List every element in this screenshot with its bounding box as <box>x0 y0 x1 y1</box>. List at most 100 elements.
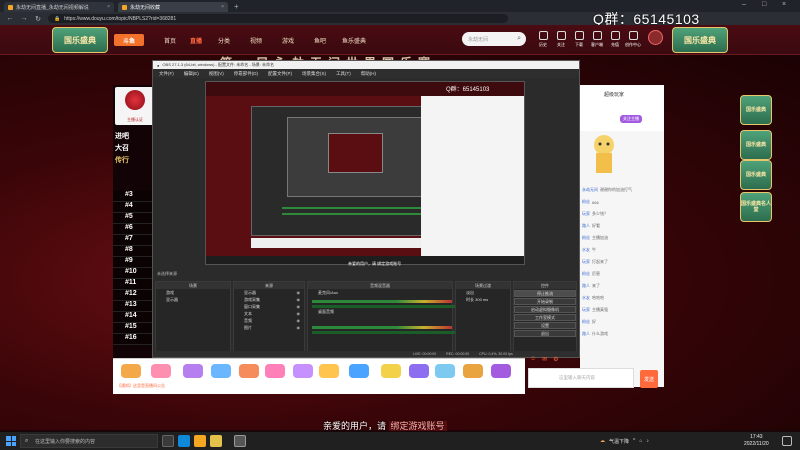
follow-button[interactable]: 关注 <box>552 31 570 48</box>
eye-icon[interactable]: ◉ <box>297 318 301 323</box>
maximize-icon[interactable]: □ <box>762 1 766 8</box>
gift-icon[interactable]: ✉ <box>542 356 547 366</box>
settings-icon[interactable]: ⚙ <box>553 356 558 366</box>
rank-item[interactable]: #5 <box>113 213 157 224</box>
nav-live[interactable]: 直播 <box>190 36 202 45</box>
new-tab-button[interactable]: + <box>234 2 239 11</box>
event-badge-left[interactable]: 国乐盛典 <box>52 27 108 53</box>
eye-icon[interactable]: ◉ <box>297 311 301 316</box>
virtual-camera-button[interactable]: 启动虚拟摄像机 <box>514 306 576 313</box>
rank-item[interactable]: #15 <box>113 323 157 334</box>
chat-username[interactable]: 粉丝 <box>582 319 590 325</box>
gift-item[interactable] <box>151 364 171 378</box>
menu-edit[interactable]: 编辑(E) <box>184 71 199 77</box>
app-icon[interactable] <box>194 435 206 447</box>
gift-item[interactable] <box>293 364 313 378</box>
chat-username[interactable]: 玩家 <box>582 211 590 217</box>
forward-icon[interactable]: → <box>20 15 28 22</box>
search-icon[interactable]: ⌕ <box>517 35 521 43</box>
anchor-card[interactable]: 主播认证 <box>115 87 155 125</box>
nav-home[interactable]: 首页 <box>164 36 176 45</box>
file-explorer-icon[interactable] <box>210 435 222 447</box>
chat-username[interactable]: 路人 <box>582 283 590 289</box>
scene-item[interactable]: 游戏 <box>156 289 230 296</box>
menu-scene-collection[interactable]: 场景集合(S) <box>302 71 326 77</box>
duration-input[interactable]: 300 ms <box>475 297 488 302</box>
rank-item[interactable]: #8 <box>113 246 157 257</box>
chat-username[interactable]: 路人 <box>582 223 590 229</box>
source-item[interactable]: 窗口采集 ◉ <box>234 303 304 310</box>
side-badge[interactable]: 国乐盛典名人堂 <box>740 192 772 222</box>
download-button[interactable]: 下载 <box>570 31 588 48</box>
chat-username[interactable]: 粉丝 <box>582 235 590 241</box>
chat-username[interactable]: 永劫无间 <box>582 187 598 193</box>
eye-icon[interactable]: ◉ <box>297 297 301 302</box>
taskbar-search[interactable]: ⌕ 在这里输入你要搜索的内容 <box>20 434 158 448</box>
chat-username[interactable]: 水友 <box>582 247 590 253</box>
gift-item[interactable] <box>409 364 429 378</box>
event-badge-right[interactable]: 国乐盛典 <box>672 27 728 53</box>
chat-username[interactable]: 粉丝 <box>582 199 590 205</box>
side-badge[interactable]: 国乐盛典 <box>740 95 772 125</box>
gift-item[interactable] <box>211 364 231 378</box>
rank-item[interactable]: #6 <box>113 224 157 235</box>
rank-item[interactable]: #16 <box>113 334 157 345</box>
scene-item[interactable]: 显示器 <box>156 296 230 303</box>
menu-profile[interactable]: 配置文件(P) <box>268 71 292 77</box>
network-icon[interactable]: ⌂ <box>639 438 642 444</box>
client-button[interactable]: 客户端 <box>588 31 606 48</box>
eye-icon[interactable]: ◉ <box>297 325 301 330</box>
nav-game[interactable]: 游戏 <box>282 36 294 45</box>
eye-icon[interactable]: ◉ <box>297 304 301 309</box>
chat-username[interactable]: 粉丝 <box>582 271 590 277</box>
gift-item[interactable] <box>349 364 369 378</box>
stop-streaming-button[interactable]: 停止推流 <box>514 290 576 297</box>
start-recording-button[interactable]: 开始录制 <box>514 298 576 305</box>
rank-item[interactable]: #3 <box>113 191 157 202</box>
douyu-logo[interactable]: 斗鱼 <box>114 34 144 46</box>
chat-username[interactable]: 玩家 <box>582 307 590 313</box>
taskbar-clock[interactable]: 17:43 2022/11/20 <box>744 434 769 448</box>
gift-item[interactable] <box>319 364 339 378</box>
recharge-button[interactable]: 充值 <box>606 31 624 48</box>
back-icon[interactable]: ← <box>6 15 14 22</box>
rank-item[interactable]: #14 <box>113 312 157 323</box>
studio-mode-button[interactable]: 工作室模式 <box>514 314 576 321</box>
gift-item[interactable] <box>463 364 483 378</box>
source-item[interactable]: 游戏采集 ◉ <box>234 296 304 303</box>
gift-item[interactable] <box>239 364 259 378</box>
gift-item[interactable] <box>121 364 141 378</box>
task-view-icon[interactable] <box>162 435 174 447</box>
gift-item[interactable] <box>265 364 285 378</box>
rank-item[interactable]: #7 <box>113 235 157 246</box>
rank-item[interactable]: #13 <box>113 301 157 312</box>
source-item[interactable]: 文本 ◉ <box>234 310 304 317</box>
gift-item[interactable] <box>183 364 203 378</box>
notification-icon[interactable] <box>782 436 792 446</box>
side-badge[interactable]: 国乐盛典 <box>740 160 772 190</box>
follow-anchor-button[interactable]: 关注主播 <box>620 115 642 123</box>
settings-button[interactable]: 设置 <box>514 322 576 329</box>
transition-select[interactable]: 淡出 <box>456 289 510 296</box>
rank-item[interactable]: #11 <box>113 279 157 290</box>
rank-item[interactable]: #12 <box>113 290 157 301</box>
exit-button[interactable]: 退出 <box>514 330 576 337</box>
side-badge[interactable]: 国乐盛典 <box>740 130 772 160</box>
volume-slider[interactable] <box>312 331 462 334</box>
minimize-icon[interactable]: – <box>742 1 746 8</box>
menu-view[interactable]: 视图(V) <box>209 71 224 77</box>
close-icon[interactable]: × <box>107 4 110 10</box>
gift-item[interactable] <box>381 364 401 378</box>
gift-item[interactable] <box>435 364 455 378</box>
emoji-icon[interactable]: ☺ <box>530 356 536 366</box>
menu-help[interactable]: 帮助(H) <box>361 71 376 77</box>
avatar[interactable] <box>648 30 663 45</box>
rank-item[interactable]: #4 <box>113 202 157 213</box>
source-item[interactable]: 音频 ◉ <box>234 317 304 324</box>
chat-username[interactable]: 路人 <box>582 331 590 337</box>
browser-tab[interactable]: 永劫无间直播_永劫无间视频解说 × <box>4 2 114 12</box>
nav-category[interactable]: 分类 <box>218 36 230 45</box>
menu-docks[interactable]: 停靠部件(D) <box>234 71 258 77</box>
nav-festival[interactable]: 鱼乐盛典 <box>342 36 366 45</box>
send-button[interactable]: 发送 <box>640 370 658 388</box>
